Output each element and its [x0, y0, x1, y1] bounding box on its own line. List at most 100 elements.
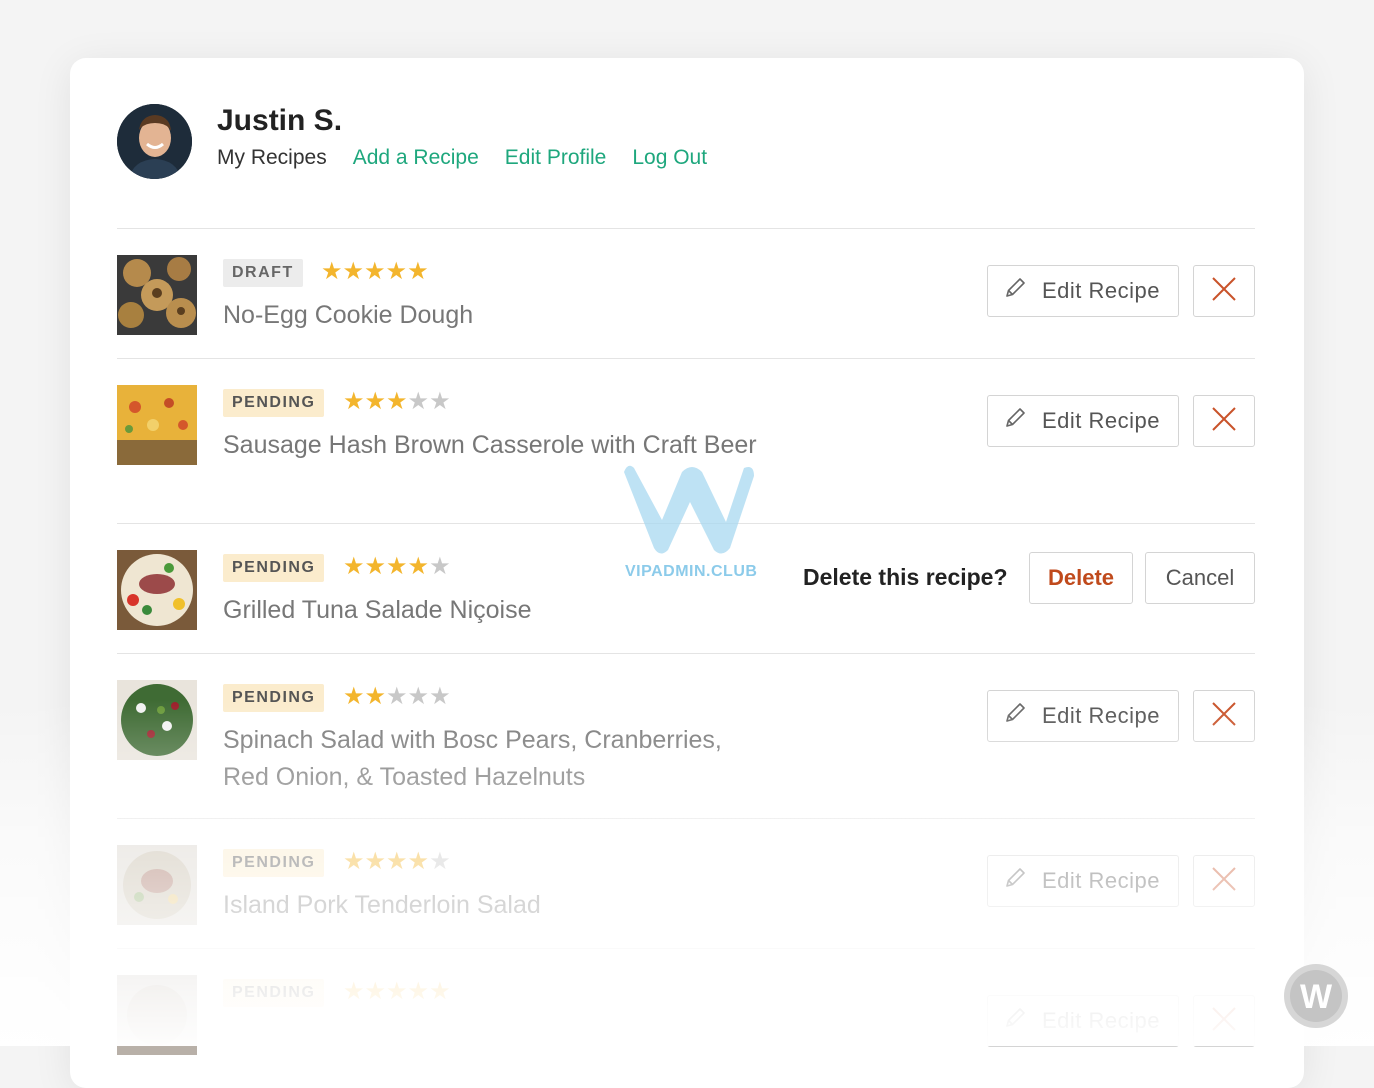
edit-recipe-label: Edit Recipe: [1042, 868, 1161, 893]
star-empty-icon: ★: [386, 683, 408, 710]
delete-recipe-button[interactable]: [1193, 855, 1255, 907]
divider: [117, 358, 1255, 359]
edit-recipe-label: Edit Recipe: [1042, 1008, 1161, 1033]
star-filled-icon: ★: [343, 848, 365, 875]
star-filled-icon: ★: [343, 978, 365, 1005]
rating-stars: ★★★★★: [321, 257, 429, 287]
recipe-row: PENDING ★★★★★ Spinach Salad with Bosc Pe…: [117, 680, 1255, 820]
star-empty-icon: ★: [429, 553, 451, 580]
star-filled-icon: ★: [364, 553, 387, 580]
user-name: Justin S.: [217, 104, 343, 137]
recipe-title[interactable]: Sausage Hash Brown Casserole with Craft …: [223, 427, 763, 464]
close-icon: [1210, 865, 1238, 898]
status-badge: PENDING: [223, 849, 325, 877]
star-filled-icon: ★: [342, 258, 365, 285]
recipe-row: PENDING ★★★★★ Island Pork Tenderloin Sal…: [117, 845, 1255, 945]
star-filled-icon: ★: [429, 978, 451, 1005]
star-empty-icon: ★: [429, 683, 451, 710]
divider: [117, 948, 1255, 949]
star-filled-icon: ★: [343, 388, 365, 415]
rating-stars: ★★★★★: [343, 977, 451, 1007]
recipe-thumbnail: [117, 255, 197, 335]
star-filled-icon: ★: [364, 683, 387, 710]
delete-recipe-button[interactable]: [1193, 395, 1255, 447]
recipe-thumbnail: [117, 680, 197, 760]
close-icon: [1210, 275, 1238, 308]
edit-recipe-button[interactable]: Edit Recipe: [987, 690, 1179, 742]
nav-edit-profile[interactable]: Edit Profile: [505, 146, 607, 170]
close-icon: [1210, 405, 1238, 438]
divider: [117, 653, 1255, 654]
delete-recipe-button[interactable]: [1193, 995, 1255, 1047]
star-filled-icon: ★: [407, 258, 429, 285]
rating-stars: ★★★★★: [343, 552, 451, 582]
nav-my-recipes[interactable]: My Recipes: [217, 146, 327, 170]
recipe-thumbnail: [117, 385, 197, 465]
recipe-title[interactable]: Island Pork Tenderloin Salad: [223, 887, 763, 924]
star-filled-icon: ★: [343, 553, 365, 580]
pencil-icon: [1002, 865, 1028, 897]
rating-stars: ★★★★★: [343, 387, 451, 417]
pencil-icon: [1002, 275, 1028, 307]
star-filled-icon: ★: [407, 978, 430, 1005]
status-badge: DRAFT: [223, 259, 303, 287]
star-empty-icon: ★: [429, 848, 451, 875]
status-badge: PENDING: [223, 389, 325, 417]
recipe-title[interactable]: Spinach Salad with Bosc Pears, Cranberri…: [223, 722, 763, 796]
close-icon: [1210, 700, 1238, 733]
wordpress-logo-icon: W: [1276, 962, 1356, 1032]
svg-text:W: W: [1300, 978, 1333, 1016]
star-filled-icon: ★: [385, 258, 408, 285]
star-filled-icon: ★: [343, 683, 365, 710]
recipe-thumbnail: [117, 550, 197, 630]
status-badge: PENDING: [223, 979, 325, 1007]
recipe-row: PENDING ★★★★★ Sausage Hash Brown Cassero…: [117, 385, 1255, 525]
edit-recipe-label: Edit Recipe: [1042, 408, 1161, 433]
recipe-title[interactable]: Grilled Tuna Salade Niçoise: [223, 592, 763, 629]
divider: [117, 523, 1255, 524]
status-badge: PENDING: [223, 684, 325, 712]
star-filled-icon: ★: [364, 848, 387, 875]
pencil-icon: [1002, 1005, 1028, 1037]
star-filled-icon: ★: [321, 258, 343, 285]
delete-recipe-button[interactable]: [1193, 265, 1255, 317]
pencil-icon: [1002, 700, 1028, 732]
delete-confirm-prompt: Delete this recipe?: [803, 564, 1008, 590]
recipe-thumbnail: [117, 975, 197, 1055]
edit-recipe-button[interactable]: Edit Recipe: [987, 995, 1179, 1047]
rating-stars: ★★★★★: [343, 682, 451, 712]
star-filled-icon: ★: [386, 978, 408, 1005]
avatar: [117, 104, 192, 179]
profile-nav: My Recipes Add a Recipe Edit Profile Log…: [217, 146, 707, 170]
recipe-title[interactable]: No-Egg Cookie Dough: [223, 297, 763, 334]
star-filled-icon: ★: [386, 553, 408, 580]
edit-recipe-label: Edit Recipe: [1042, 703, 1161, 728]
star-empty-icon: ★: [407, 388, 430, 415]
star-filled-icon: ★: [364, 978, 387, 1005]
star-empty-icon: ★: [407, 683, 430, 710]
edit-recipe-button[interactable]: Edit Recipe: [987, 855, 1179, 907]
star-filled-icon: ★: [364, 258, 386, 285]
star-filled-icon: ★: [407, 848, 430, 875]
star-filled-icon: ★: [386, 848, 408, 875]
status-badge: PENDING: [223, 554, 325, 582]
star-filled-icon: ★: [364, 388, 387, 415]
cancel-delete-button[interactable]: Cancel: [1145, 552, 1255, 604]
star-filled-icon: ★: [386, 388, 408, 415]
pencil-icon: [1002, 405, 1028, 437]
rating-stars: ★★★★★: [343, 847, 451, 877]
star-filled-icon: ★: [407, 553, 430, 580]
delete-recipe-button[interactable]: [1193, 690, 1255, 742]
recipe-row: PENDING ★★★★★ Edit Recipe: [117, 975, 1255, 1055]
divider: [117, 818, 1255, 819]
edit-recipe-label: Edit Recipe: [1042, 278, 1161, 303]
nav-log-out[interactable]: Log Out: [632, 146, 707, 170]
edit-recipe-button[interactable]: Edit Recipe: [987, 395, 1179, 447]
divider: [117, 228, 1255, 229]
edit-recipe-button[interactable]: Edit Recipe: [987, 265, 1179, 317]
confirm-delete-button[interactable]: Delete: [1029, 552, 1133, 604]
profile-header: Justin S. My Recipes Add a Recipe Edit P…: [117, 104, 1257, 184]
star-empty-icon: ★: [429, 388, 451, 415]
recipe-thumbnail: [117, 845, 197, 925]
nav-add-recipe[interactable]: Add a Recipe: [353, 146, 479, 170]
